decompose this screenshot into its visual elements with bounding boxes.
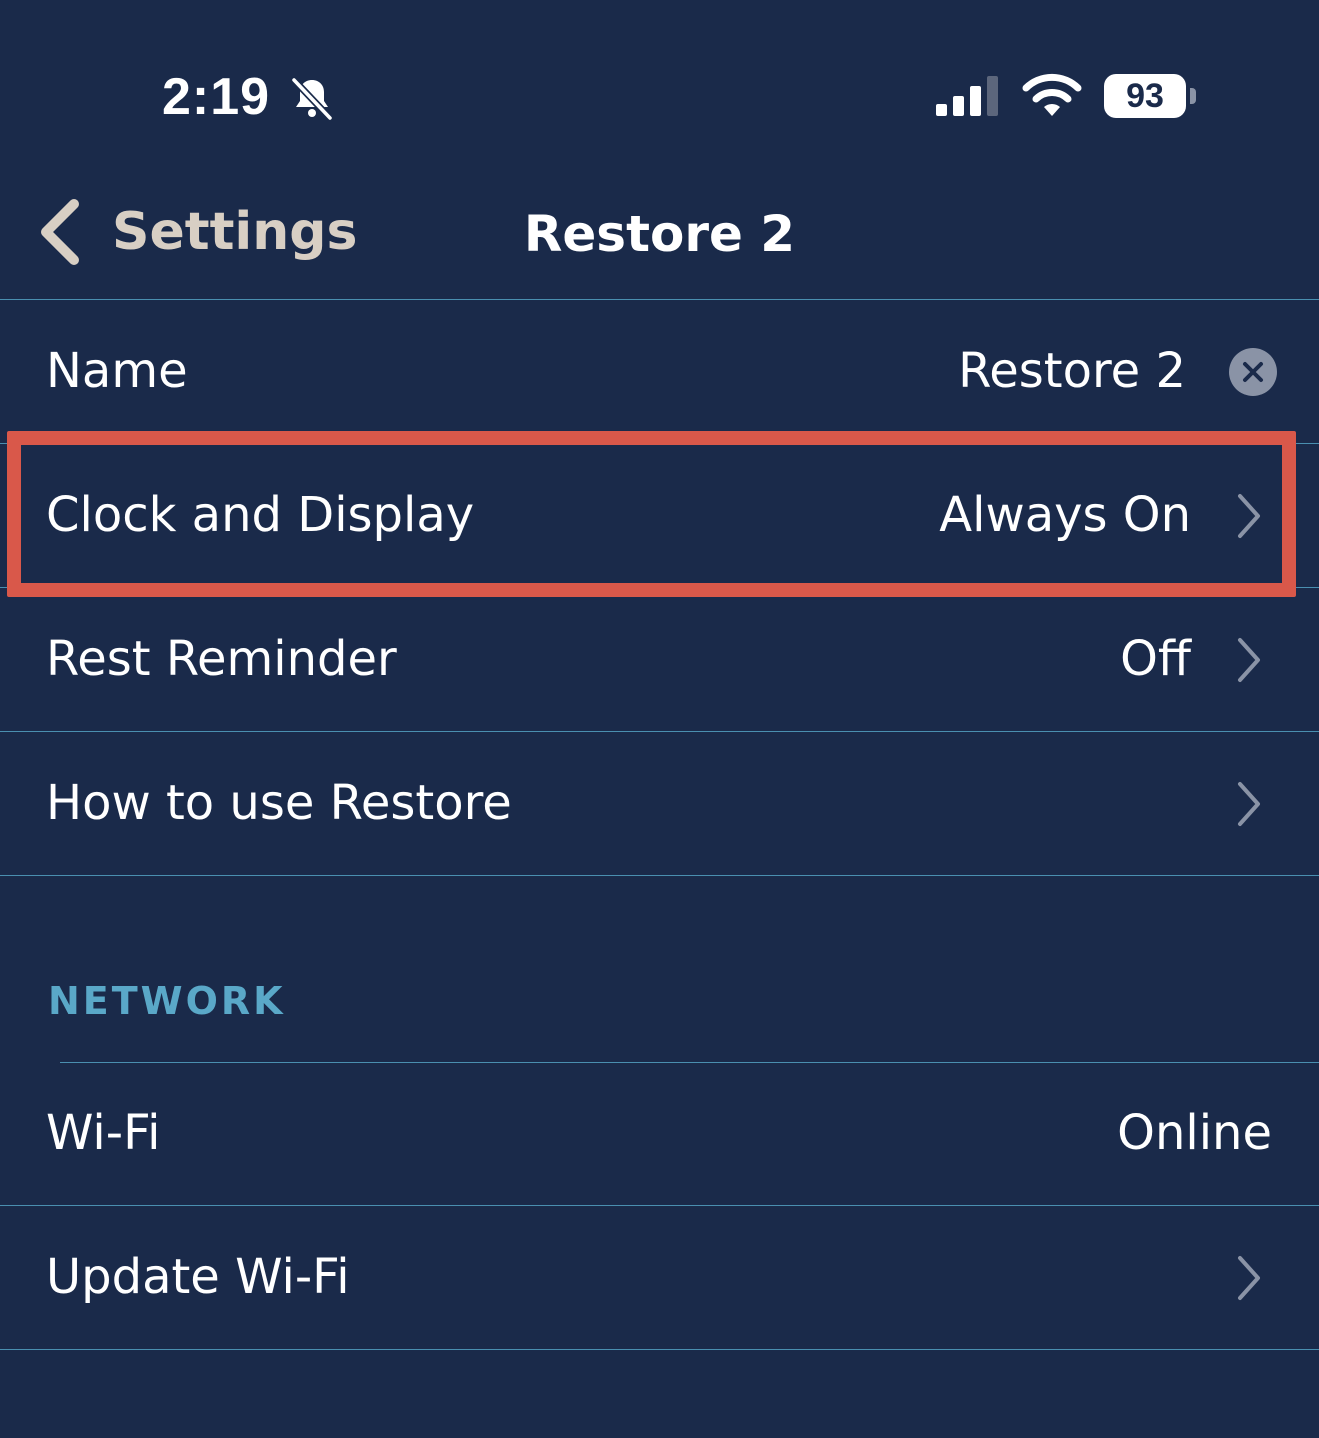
divider (0, 875, 1319, 876)
name-field[interactable]: Restore 2 (958, 341, 1186, 401)
name-label: Name (46, 343, 188, 399)
section-header-network: NETWORK (48, 979, 286, 1023)
update-wifi-label[interactable]: Update Wi-Fi (46, 1247, 350, 1307)
highlight-box (7, 431, 1296, 597)
clear-icon[interactable] (1228, 347, 1278, 397)
page-title: Restore 2 (523, 205, 796, 263)
divider (0, 731, 1319, 732)
divider (0, 1205, 1319, 1206)
wifi-icon (1022, 73, 1082, 116)
divider (0, 1349, 1319, 1350)
chevron-right-icon (1238, 1256, 1260, 1300)
battery-cap (1190, 88, 1196, 104)
wifi-label: Wi-Fi (46, 1105, 161, 1161)
chevron-right-icon (1238, 782, 1260, 826)
bell-slash-icon (291, 77, 333, 121)
wifi-status: Online (1117, 1105, 1272, 1161)
chevron-right-icon (1238, 638, 1260, 682)
how-to-use-label[interactable]: How to use Restore (46, 773, 512, 833)
rest-reminder-value: Off (1120, 631, 1191, 687)
rest-reminder-label[interactable]: Rest Reminder (46, 629, 397, 689)
cellular-signal-icon (936, 76, 998, 116)
battery-icon: 93 (1104, 74, 1186, 118)
divider (60, 1062, 1319, 1063)
status-time: 2:19 (162, 68, 271, 126)
divider (0, 299, 1319, 300)
